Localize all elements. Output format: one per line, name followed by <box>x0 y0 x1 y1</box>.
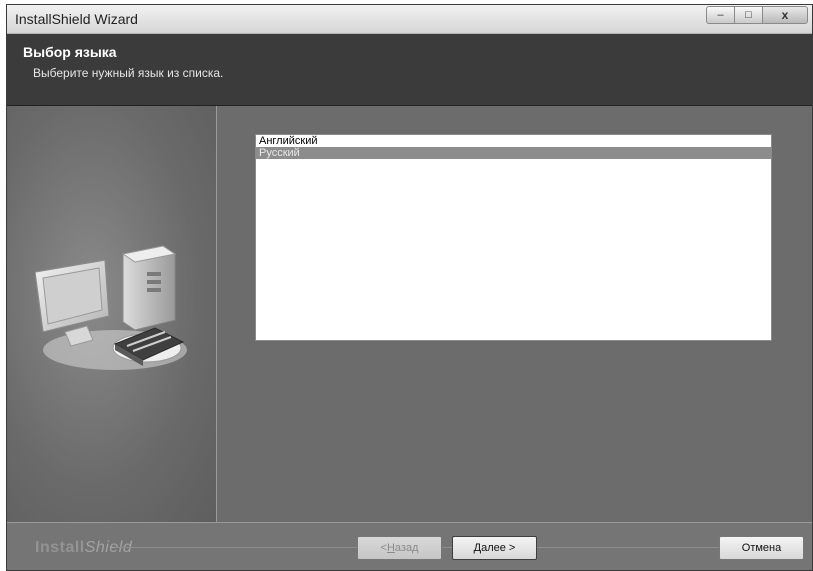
back-button-label: азад <box>394 542 419 554</box>
back-button[interactable]: < Назад <box>357 536 442 560</box>
cancel-button[interactable]: Отмена <box>719 536 804 560</box>
window-title: InstallShield Wizard <box>15 11 138 27</box>
brand-install: Install <box>35 539 85 556</box>
back-button-accel: Н <box>386 542 395 554</box>
next-button-label: алее > <box>481 542 516 554</box>
wizard-footer: InstallShield < Назад Далее > Отмена <box>7 522 812 570</box>
language-listbox[interactable]: Английский Русский <box>255 134 772 341</box>
cancel-button-label: Отмена <box>741 542 782 554</box>
page-subtitle: Выберите нужный язык из списка. <box>33 66 224 80</box>
title-bar[interactable]: InstallShield Wizard – □ x <box>7 5 812 34</box>
page-title: Выбор языка <box>23 44 117 60</box>
next-button-accel: Д <box>473 542 482 554</box>
wizard-body: Английский Русский <box>7 106 812 522</box>
side-panel <box>7 106 217 522</box>
installshield-wizard-window: InstallShield Wizard – □ x Выбор языка В… <box>6 4 813 571</box>
close-icon: x <box>781 8 789 22</box>
minimize-button[interactable]: – <box>706 6 734 24</box>
close-button[interactable]: x <box>762 6 808 24</box>
installshield-logo: InstallShield <box>35 539 132 557</box>
language-option-russian[interactable]: Русский <box>256 147 771 159</box>
next-button[interactable]: Далее > <box>452 536 537 560</box>
maximize-button[interactable]: □ <box>734 6 762 24</box>
minimize-icon: – <box>717 9 724 21</box>
computer-cd-illustration-icon <box>35 245 187 370</box>
wizard-header: Выбор языка Выберите нужный язык из спис… <box>7 34 812 106</box>
language-option-english[interactable]: Английский <box>256 135 771 147</box>
window-controls: – □ x <box>706 6 808 24</box>
maximize-icon: □ <box>745 9 752 21</box>
